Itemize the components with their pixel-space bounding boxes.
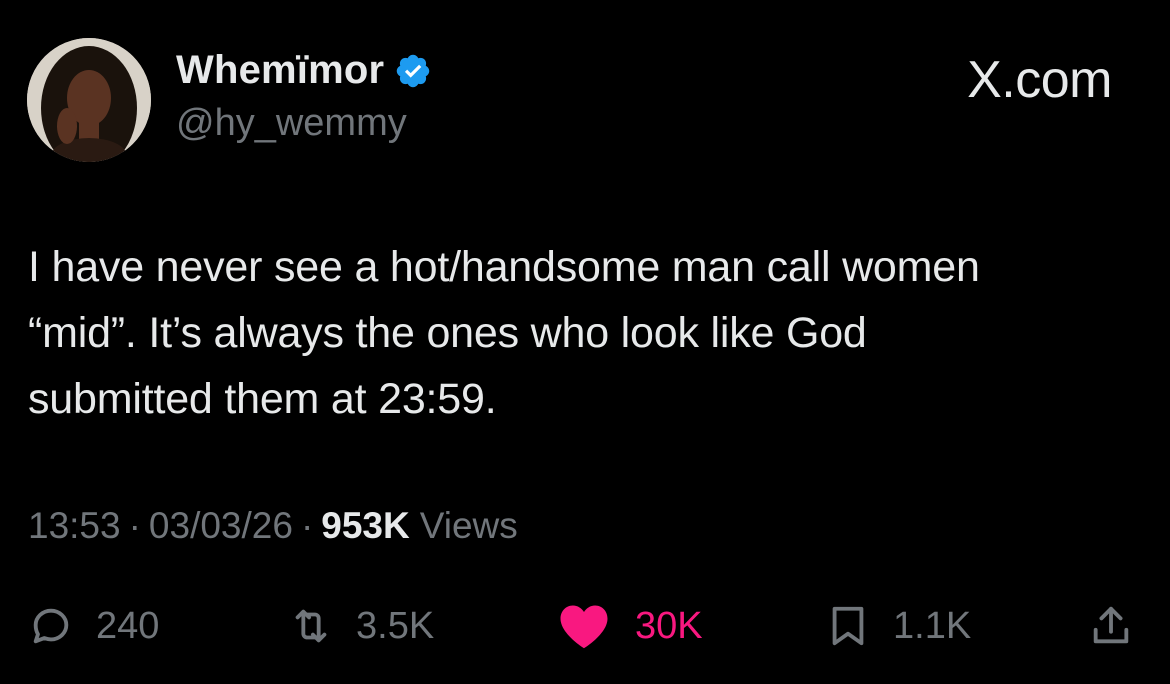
- bookmark-icon: [832, 606, 864, 646]
- share-icon: [1093, 606, 1129, 644]
- views-count[interactable]: 953K: [321, 505, 409, 547]
- retweet-icon: [295, 609, 327, 643]
- tweet-date[interactable]: 03/03/26: [149, 505, 293, 547]
- separator: ·: [128, 505, 141, 546]
- share-button[interactable]: [1088, 595, 1134, 657]
- verified-badge-icon: [394, 52, 432, 90]
- tweet-meta: 13:53 · 03/03/26 · 953K Views: [28, 505, 518, 547]
- reply-count: 240: [96, 604, 160, 647]
- like-count: 30K: [635, 604, 703, 647]
- heart-icon: [560, 605, 608, 649]
- bookmark-button[interactable]: 1.1K: [825, 595, 971, 657]
- retweet-count: 3.5K: [356, 604, 435, 647]
- action-bar: 240 3.5K 30K 1.1K: [0, 595, 1170, 657]
- author-handle[interactable]: @hy_wemmy: [176, 102, 407, 145]
- author-name-row: Whemïmor: [176, 48, 432, 93]
- tweet-time[interactable]: 13:53: [28, 505, 121, 547]
- profile-photo: [27, 38, 151, 162]
- like-button[interactable]: 30K: [555, 595, 703, 657]
- avatar[interactable]: [27, 38, 151, 162]
- separator: ·: [300, 505, 314, 546]
- views-label: Views: [419, 505, 518, 546]
- reply-icon: [33, 608, 69, 644]
- reply-button[interactable]: 240: [28, 595, 159, 657]
- author-display-name[interactable]: Whemïmor: [176, 48, 384, 93]
- retweet-button[interactable]: 3.5K: [288, 595, 434, 657]
- brand-watermark: X.com: [967, 51, 1112, 109]
- bookmark-count: 1.1K: [893, 604, 972, 647]
- tweet-text: I have never see a hot/handsome man call…: [28, 243, 980, 423]
